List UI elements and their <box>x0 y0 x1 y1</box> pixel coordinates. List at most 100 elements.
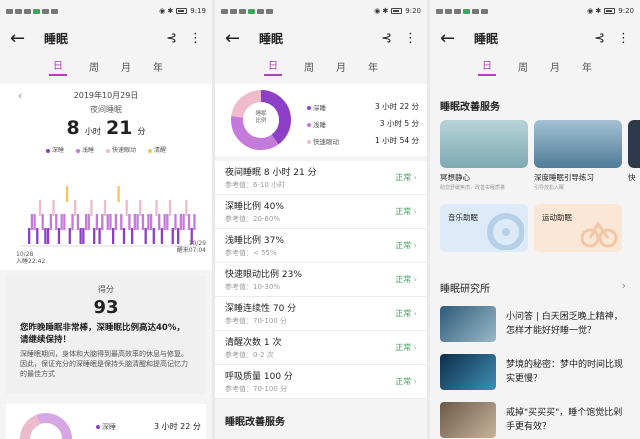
share-icon[interactable]: ⊰ <box>381 31 392 46</box>
tab-month[interactable]: 月 <box>550 59 560 74</box>
share-icon[interactable]: ⊰ <box>166 31 177 46</box>
article-item[interactable]: 梦境的秘密：梦中的时间比现实更慢？ <box>430 348 640 396</box>
back-arrow-icon[interactable]: ← <box>10 28 32 49</box>
score-label: 得分 <box>98 285 114 294</box>
phone-screen-2: ◉ ✱ 9:20 ← 睡眠 ⊰ ⋮ 日 周 月 年 睡眠 比例 深睡 3 小时 22… <box>215 0 427 439</box>
app-bar: ← 睡眠 ⊰ ⋮ <box>215 22 427 54</box>
sleep-stage-bar <box>152 228 155 244</box>
sleep-stage-bar <box>122 228 126 244</box>
article-item[interactable]: 戒掉"买买买"，睡个饱觉比剁手更有效？ <box>430 396 640 439</box>
metric-row[interactable]: 深睡连续性 70 分参考值：70-100 分正常 › <box>215 297 427 331</box>
legend-deep: 深睡 <box>45 145 64 154</box>
sleep-stage-bar <box>60 214 63 230</box>
card-deep-sleep-image[interactable] <box>534 120 622 168</box>
app-bar: ← 睡眠 ⊰ ⋮ <box>0 22 212 54</box>
page-title: 睡眠 <box>44 31 69 46</box>
score-card: 得分 93 您昨晚睡眠非常棒，深睡眠比例高达40%，请继续保持！ 深睡眠期间，身… <box>6 276 206 394</box>
card-partial-image[interactable] <box>628 120 640 168</box>
phone-screen-3: ◉ ✱ 9:20 ← 睡眠 ⊰ ⋮ 日 周 月 年 睡眠改善服务 冥想静心 助您舒… <box>430 0 640 439</box>
sleep-stage-bar <box>98 228 101 244</box>
ratio-breakdown: 深睡 3 小时 22 分 浅睡 3 小时 5 分 快速眼动 1 小时 54 分 <box>307 98 419 149</box>
more-icon[interactable]: ⋮ <box>617 31 630 46</box>
sleep-stage-bar <box>109 214 112 230</box>
sleep-stage-bar <box>149 214 153 230</box>
sleep-stage-bar <box>76 214 80 230</box>
status-bar: ◉ ✱ 9:20 <box>215 0 427 22</box>
back-arrow-icon[interactable]: ← <box>225 28 247 49</box>
metric-row[interactable]: 夜间睡眠 8 小时 21 分参考值：6-10 小时 正常 › <box>215 161 427 195</box>
tab-year[interactable]: 年 <box>368 59 378 74</box>
sleep-stage-bar <box>103 200 107 216</box>
back-arrow-icon[interactable]: ← <box>440 28 462 49</box>
battery-icon <box>604 8 616 14</box>
chevron-right-icon[interactable]: › <box>622 279 626 292</box>
sleep-start: 10/28 入睡22:42 <box>16 251 46 265</box>
metric-row[interactable]: 快速眼动比例 23% 参考值：10-30% 正常 › <box>215 263 427 297</box>
share-icon[interactable]: ⊰ <box>594 31 605 46</box>
card-meditation-image[interactable] <box>440 120 528 168</box>
sleep-stage-bar <box>144 228 147 244</box>
sleep-stage-bar <box>33 214 36 230</box>
sleep-legend: 深睡 浅睡 快速眼动 清醒 <box>0 145 212 154</box>
battery-icon <box>391 8 403 14</box>
chevron-right-icon: › <box>413 173 417 182</box>
score-summary: 您昨晚睡眠非常棒，深睡眠比例高达40%，请继续保持！ <box>20 323 185 345</box>
sleep-stage-bar <box>133 214 136 230</box>
prev-day-icon[interactable]: ‹ <box>18 89 22 102</box>
tab-day[interactable]: 日 <box>49 57 67 76</box>
card-exercise-sleep[interactable]: 运动助眠 <box>534 204 622 252</box>
period-tabs: 日 周 月 年 <box>430 54 640 78</box>
card-meditation[interactable]: 冥想静心 助您舒缓焦虑，改善失眠质量 <box>440 172 530 191</box>
metric-row[interactable]: 清醒次数 1 次参考值：0-2 次正常 › <box>215 331 427 365</box>
more-icon[interactable]: ⋮ <box>404 31 417 46</box>
article-thumb <box>440 402 496 438</box>
sleep-stage-bar <box>114 214 118 230</box>
sleep-stage-bar <box>52 200 55 216</box>
sleep-stage-bar <box>182 214 185 230</box>
sleep-stage-bar <box>193 214 196 230</box>
tab-day[interactable]: 日 <box>264 57 282 76</box>
tab-month[interactable]: 月 <box>121 59 131 74</box>
sleep-stage-bar <box>187 214 191 230</box>
metric-row[interactable]: 呼吸质量 100 分参考值：70-100 分正常 › <box>215 365 427 399</box>
sleep-stage-bar <box>160 228 164 244</box>
sleep-stage-bar <box>139 200 142 216</box>
tab-year[interactable]: 年 <box>582 59 592 74</box>
donut-center-label: 睡眠 比例 <box>255 111 267 124</box>
sleep-duration: 8 小时 21 分 <box>66 117 146 139</box>
sleep-stage-bar <box>158 214 161 230</box>
tab-year[interactable]: 年 <box>153 59 163 74</box>
article-thumb <box>440 354 496 390</box>
ratio-row-deep: 深睡 3 小时 22 分 <box>307 98 419 115</box>
tab-week[interactable]: 周 <box>89 59 99 74</box>
tab-month[interactable]: 月 <box>336 59 346 74</box>
sleep-stage-bar <box>93 228 96 244</box>
sleep-stage-bar <box>136 214 139 230</box>
sleep-stage-bar <box>120 214 123 230</box>
metric-row[interactable]: 浅睡比例 37% 参考值：< 55% 正常 › <box>215 229 427 263</box>
card-music-sleep[interactable]: 音乐助眠 <box>440 204 528 252</box>
sleep-stage-bar <box>155 200 158 216</box>
night-sleep-label: 夜间睡眠 <box>90 105 122 114</box>
more-icon[interactable]: ⋮ <box>189 31 202 46</box>
metric-row[interactable]: 深睡比例 40% 参考值：20-60% 正常 › <box>215 195 427 229</box>
sleep-chart-card: ‹ 2019年10月29日 夜间睡眠 8 小时 21 分 深睡 浅睡 快速眼动 … <box>0 84 212 270</box>
sleep-stage-bar <box>38 200 42 216</box>
page-title: 睡眠 <box>259 31 284 46</box>
section-title-service: 睡眠改善服务 <box>225 417 285 428</box>
score-value: 93 <box>93 297 119 318</box>
tab-week[interactable]: 周 <box>518 59 528 74</box>
card-partial[interactable]: 快 <box>628 172 636 183</box>
section-title-service: 睡眠改善服务 <box>440 102 500 113</box>
sleep-stage-bar <box>90 200 93 216</box>
legend-awake: 清醒 <box>148 145 166 154</box>
bike-icon <box>580 221 618 248</box>
tab-day[interactable]: 日 <box>478 57 496 76</box>
chevron-right-icon: › <box>413 309 417 318</box>
status-time: 9:19 <box>190 7 206 15</box>
card-deep-sleep[interactable]: 深度睡眠引导练习 引导放松入眠 <box>534 172 624 191</box>
sleep-stage-bar <box>65 186 69 202</box>
sleep-stage-bar <box>163 214 166 230</box>
article-item[interactable]: 小问答 | 白天困乏晚上精神，怎样才能好好睡一觉？ <box>430 300 640 348</box>
tab-week[interactable]: 周 <box>304 59 314 74</box>
